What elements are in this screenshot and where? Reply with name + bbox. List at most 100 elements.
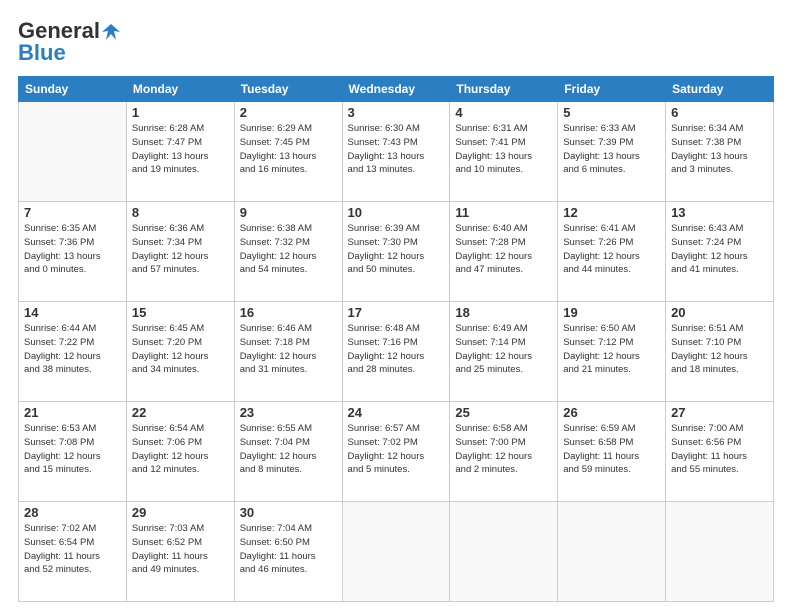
day-number: 18 xyxy=(455,305,552,320)
calendar-weekday-sunday: Sunday xyxy=(19,77,127,102)
day-detail: Sunrise: 6:53 AM Sunset: 7:08 PM Dayligh… xyxy=(24,422,121,477)
day-detail: Sunrise: 6:43 AM Sunset: 7:24 PM Dayligh… xyxy=(671,222,768,277)
calendar-weekday-tuesday: Tuesday xyxy=(234,77,342,102)
day-detail: Sunrise: 6:59 AM Sunset: 6:58 PM Dayligh… xyxy=(563,422,660,477)
calendar-day-cell xyxy=(19,102,127,202)
calendar-day-cell: 15Sunrise: 6:45 AM Sunset: 7:20 PM Dayli… xyxy=(126,302,234,402)
calendar-day-cell: 28 Sunrise: 7:02 AM Sunset: 6:54 PM Dayli… xyxy=(19,502,127,602)
day-detail: Sunrise: 6:48 AM Sunset: 7:16 PM Dayligh… xyxy=(348,322,445,377)
day-number: 26 xyxy=(563,405,660,420)
day-number: 21 xyxy=(24,405,121,420)
calendar-day-cell: 27 Sunrise: 7:00 AM Sunset: 6:56 PM Dayli… xyxy=(666,402,774,502)
day-detail: Sunrise: 6:44 AM Sunset: 7:22 PM Dayligh… xyxy=(24,322,121,377)
calendar-weekday-monday: Monday xyxy=(126,77,234,102)
calendar-weekday-thursday: Thursday xyxy=(450,77,558,102)
calendar-table: SundayMondayTuesdayWednesdayThursdayFrid… xyxy=(18,76,774,602)
calendar-day-cell: 24Sunrise: 6:57 AM Sunset: 7:02 PM Dayli… xyxy=(342,402,450,502)
calendar-day-cell: 9 Sunrise: 6:38 AM Sunset: 7:32 PM Daylig… xyxy=(234,202,342,302)
calendar-day-cell xyxy=(342,502,450,602)
calendar-day-cell: 26 Sunrise: 6:59 AM Sunset: 6:58 PM Dayli… xyxy=(558,402,666,502)
day-detail: Sunrise: 6:38 AM Sunset: 7:32 PM Dayligh… xyxy=(240,222,337,277)
day-number: 13 xyxy=(671,205,768,220)
day-detail: Sunrise: 6:39 AM Sunset: 7:30 PM Dayligh… xyxy=(348,222,445,277)
day-number: 12 xyxy=(563,205,660,220)
calendar-day-cell: 13 Sunrise: 6:43 AM Sunset: 7:24 PM Dayli… xyxy=(666,202,774,302)
day-detail: Sunrise: 6:50 AM Sunset: 7:12 PM Dayligh… xyxy=(563,322,660,377)
calendar-week-row: 7 Sunrise: 6:35 AM Sunset: 7:36 PM Daylig… xyxy=(19,202,774,302)
calendar-day-cell: 25Sunrise: 6:58 AM Sunset: 7:00 PM Dayli… xyxy=(450,402,558,502)
logo-blue-text: Blue xyxy=(18,40,66,66)
calendar-week-row: 28 Sunrise: 7:02 AM Sunset: 6:54 PM Dayli… xyxy=(19,502,774,602)
calendar-day-cell xyxy=(666,502,774,602)
calendar-weekday-wednesday: Wednesday xyxy=(342,77,450,102)
calendar-week-row: 21 Sunrise: 6:53 AM Sunset: 7:08 PM Dayli… xyxy=(19,402,774,502)
calendar-day-cell: 16 Sunrise: 6:46 AM Sunset: 7:18 PM Dayli… xyxy=(234,302,342,402)
calendar-day-cell: 5 Sunrise: 6:33 AM Sunset: 7:39 PM Daylig… xyxy=(558,102,666,202)
day-number: 25 xyxy=(455,405,552,420)
day-detail: Sunrise: 7:02 AM Sunset: 6:54 PM Dayligh… xyxy=(24,522,121,577)
day-detail: Sunrise: 6:36 AM Sunset: 7:34 PM Dayligh… xyxy=(132,222,229,277)
calendar-day-cell: 17 Sunrise: 6:48 AM Sunset: 7:16 PM Dayli… xyxy=(342,302,450,402)
day-detail: Sunrise: 6:28 AM Sunset: 7:47 PM Dayligh… xyxy=(132,122,229,177)
calendar-day-cell: 23 Sunrise: 6:55 AM Sunset: 7:04 PM Dayli… xyxy=(234,402,342,502)
calendar-day-cell: 10Sunrise: 6:39 AM Sunset: 7:30 PM Dayli… xyxy=(342,202,450,302)
day-number: 4 xyxy=(455,105,552,120)
day-number: 17 xyxy=(348,305,445,320)
day-number: 2 xyxy=(240,105,337,120)
day-number: 9 xyxy=(240,205,337,220)
day-detail: Sunrise: 6:41 AM Sunset: 7:26 PM Dayligh… xyxy=(563,222,660,277)
day-number: 15 xyxy=(132,305,229,320)
day-number: 30 xyxy=(240,505,337,520)
calendar-day-cell xyxy=(450,502,558,602)
logo: General Blue xyxy=(18,18,120,66)
day-number: 5 xyxy=(563,105,660,120)
calendar-day-cell: 14 Sunrise: 6:44 AM Sunset: 7:22 PM Dayli… xyxy=(19,302,127,402)
calendar-weekday-friday: Friday xyxy=(558,77,666,102)
calendar-header-row: SundayMondayTuesdayWednesdayThursdayFrid… xyxy=(19,77,774,102)
day-detail: Sunrise: 6:30 AM Sunset: 7:43 PM Dayligh… xyxy=(348,122,445,177)
day-number: 19 xyxy=(563,305,660,320)
day-number: 22 xyxy=(132,405,229,420)
day-detail: Sunrise: 7:03 AM Sunset: 6:52 PM Dayligh… xyxy=(132,522,229,577)
calendar-day-cell: 18 Sunrise: 6:49 AM Sunset: 7:14 PM Dayli… xyxy=(450,302,558,402)
day-number: 28 xyxy=(24,505,121,520)
day-number: 1 xyxy=(132,105,229,120)
calendar-day-cell: 21 Sunrise: 6:53 AM Sunset: 7:08 PM Dayli… xyxy=(19,402,127,502)
day-detail: Sunrise: 6:33 AM Sunset: 7:39 PM Dayligh… xyxy=(563,122,660,177)
calendar-day-cell: 29Sunrise: 7:03 AM Sunset: 6:52 PM Dayli… xyxy=(126,502,234,602)
calendar-day-cell: 11Sunrise: 6:40 AM Sunset: 7:28 PM Dayli… xyxy=(450,202,558,302)
day-detail: Sunrise: 6:35 AM Sunset: 7:36 PM Dayligh… xyxy=(24,222,121,277)
day-detail: Sunrise: 7:04 AM Sunset: 6:50 PM Dayligh… xyxy=(240,522,337,577)
calendar-day-cell: 12 Sunrise: 6:41 AM Sunset: 7:26 PM Dayli… xyxy=(558,202,666,302)
calendar-day-cell: 8 Sunrise: 6:36 AM Sunset: 7:34 PM Daylig… xyxy=(126,202,234,302)
day-detail: Sunrise: 6:55 AM Sunset: 7:04 PM Dayligh… xyxy=(240,422,337,477)
day-detail: Sunrise: 6:51 AM Sunset: 7:10 PM Dayligh… xyxy=(671,322,768,377)
day-detail: Sunrise: 6:49 AM Sunset: 7:14 PM Dayligh… xyxy=(455,322,552,377)
day-number: 16 xyxy=(240,305,337,320)
day-number: 24 xyxy=(348,405,445,420)
day-number: 14 xyxy=(24,305,121,320)
day-number: 23 xyxy=(240,405,337,420)
day-detail: Sunrise: 7:00 AM Sunset: 6:56 PM Dayligh… xyxy=(671,422,768,477)
calendar-week-row: 14 Sunrise: 6:44 AM Sunset: 7:22 PM Dayli… xyxy=(19,302,774,402)
day-number: 7 xyxy=(24,205,121,220)
day-detail: Sunrise: 6:34 AM Sunset: 7:38 PM Dayligh… xyxy=(671,122,768,177)
calendar-day-cell: 6 Sunrise: 6:34 AM Sunset: 7:38 PM Daylig… xyxy=(666,102,774,202)
day-number: 27 xyxy=(671,405,768,420)
calendar-day-cell: 7 Sunrise: 6:35 AM Sunset: 7:36 PM Daylig… xyxy=(19,202,127,302)
logo-bird-icon xyxy=(102,22,120,40)
day-number: 8 xyxy=(132,205,229,220)
calendar-day-cell: 19 Sunrise: 6:50 AM Sunset: 7:12 PM Dayli… xyxy=(558,302,666,402)
calendar-day-cell xyxy=(558,502,666,602)
day-number: 3 xyxy=(348,105,445,120)
calendar-day-cell: 2Sunrise: 6:29 AM Sunset: 7:45 PM Daylig… xyxy=(234,102,342,202)
calendar-day-cell: 20Sunrise: 6:51 AM Sunset: 7:10 PM Dayli… xyxy=(666,302,774,402)
day-detail: Sunrise: 6:31 AM Sunset: 7:41 PM Dayligh… xyxy=(455,122,552,177)
calendar-weekday-saturday: Saturday xyxy=(666,77,774,102)
day-detail: Sunrise: 6:54 AM Sunset: 7:06 PM Dayligh… xyxy=(132,422,229,477)
day-detail: Sunrise: 6:46 AM Sunset: 7:18 PM Dayligh… xyxy=(240,322,337,377)
calendar-day-cell: 3 Sunrise: 6:30 AM Sunset: 7:43 PM Daylig… xyxy=(342,102,450,202)
day-number: 6 xyxy=(671,105,768,120)
day-number: 11 xyxy=(455,205,552,220)
calendar-day-cell: 1 Sunrise: 6:28 AM Sunset: 7:47 PM Daylig… xyxy=(126,102,234,202)
